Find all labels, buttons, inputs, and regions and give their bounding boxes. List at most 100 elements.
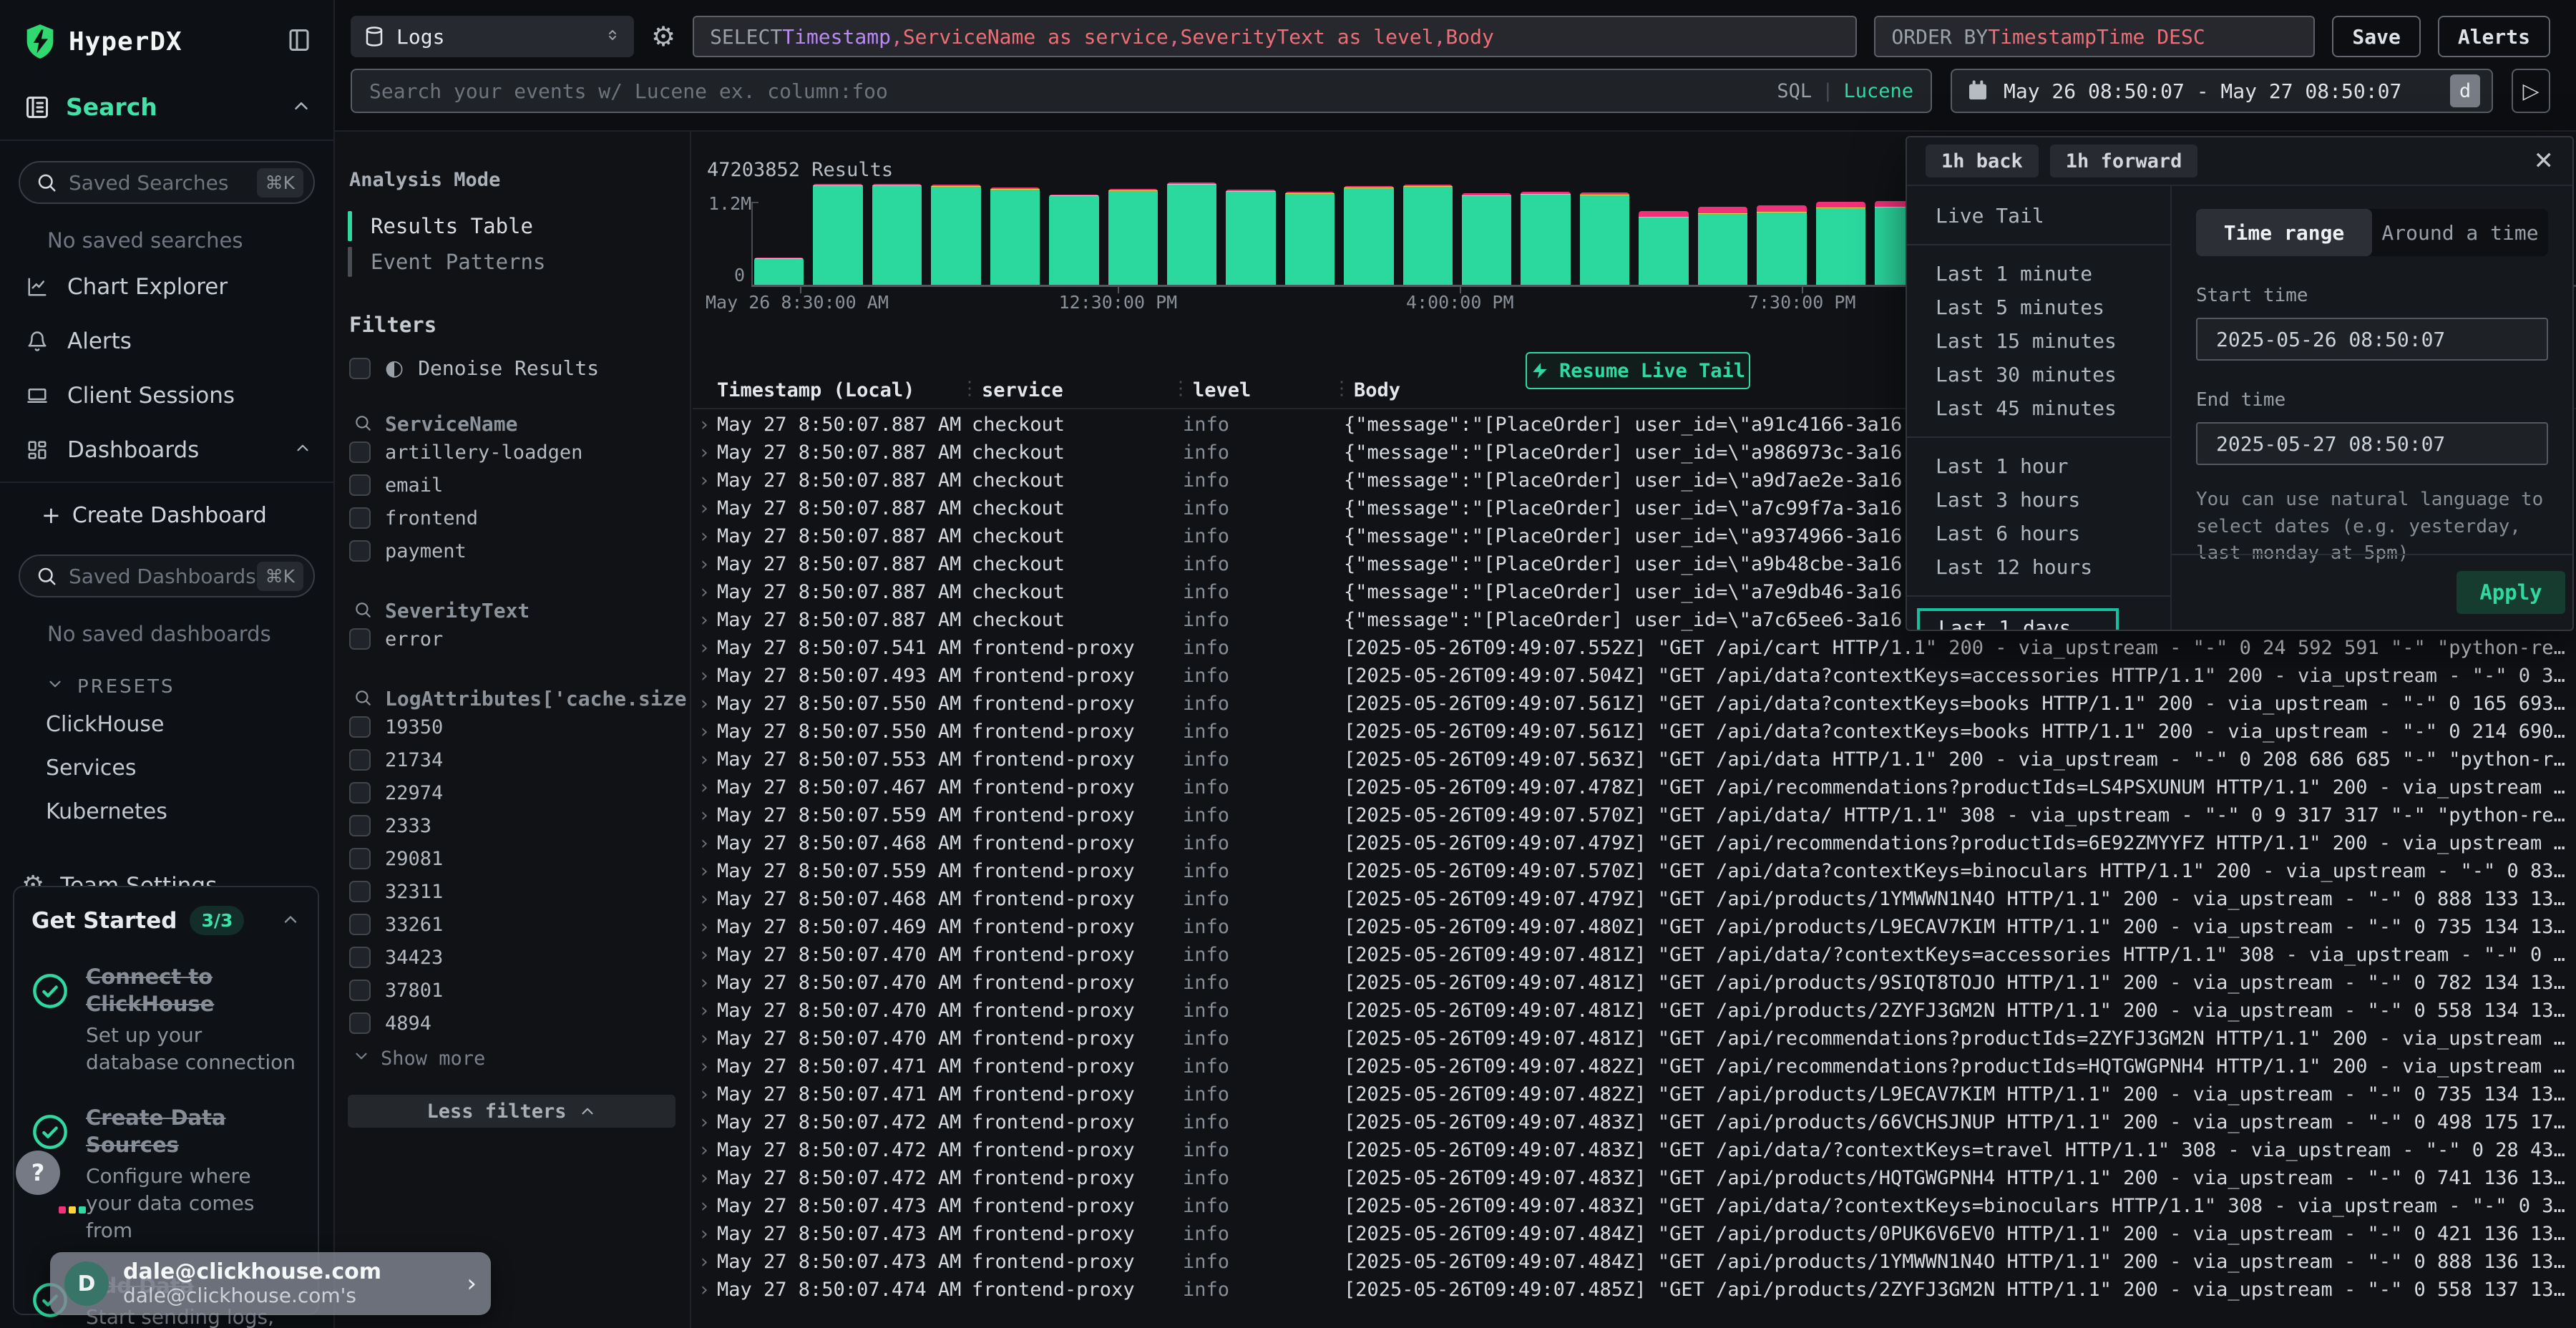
chart-bar[interactable] bbox=[872, 184, 922, 285]
checkbox[interactable] bbox=[349, 815, 371, 836]
facet-header[interactable]: LogAttributes['cache.size'] bbox=[353, 687, 675, 711]
run-query-button[interactable]: ▷ bbox=[2512, 69, 2550, 113]
lucene-toggle[interactable]: Lucene bbox=[1843, 80, 1913, 102]
column-resize-handle[interactable]: ⋮ bbox=[1332, 378, 1351, 399]
chart-bar[interactable] bbox=[754, 258, 804, 285]
facet-option[interactable]: artillery-loadgen bbox=[349, 436, 675, 469]
table-row[interactable]: May 27 8:50:07.473 AMfrontend-proxyinfo[… bbox=[693, 1220, 2576, 1248]
table-row[interactable]: May 27 8:50:07.541 AMfrontend-proxyinfo[… bbox=[693, 634, 2576, 662]
save-button[interactable]: Save bbox=[2332, 16, 2420, 57]
facet-option[interactable]: 32311 bbox=[349, 875, 675, 908]
date-range-picker[interactable]: May 26 08:50:07 - May 27 08:50:07 d bbox=[1951, 69, 2493, 113]
preset-item-services[interactable]: Services bbox=[0, 746, 333, 790]
table-row[interactable]: May 27 8:50:07.472 AMfrontend-proxyinfo[… bbox=[693, 1108, 2576, 1136]
range-option-last-12-hours[interactable]: Last 12 hours bbox=[1907, 550, 2170, 584]
denoise-results-checkbox-row[interactable]: ◐ Denoise Results bbox=[349, 356, 675, 381]
checkbox[interactable] bbox=[349, 474, 371, 496]
chart-bar[interactable] bbox=[1580, 192, 1629, 285]
checkbox[interactable] bbox=[349, 1012, 371, 1034]
presets-toggle[interactable]: PRESETS bbox=[0, 653, 333, 703]
checkbox[interactable] bbox=[349, 507, 371, 529]
apply-button[interactable]: Apply bbox=[2457, 571, 2565, 614]
user-menu[interactable]: D dale@clickhouse.com dale@clickhouse.co… bbox=[50, 1252, 491, 1315]
table-row[interactable]: May 27 8:50:07.467 AMfrontend-proxyinfo[… bbox=[693, 773, 2576, 801]
facet-option[interactable]: 37801 bbox=[349, 974, 675, 1007]
checkbox[interactable] bbox=[349, 540, 371, 562]
facet-option[interactable]: 29081 bbox=[349, 842, 675, 875]
chart-bar[interactable] bbox=[931, 185, 980, 285]
chart-bar[interactable] bbox=[1521, 192, 1570, 285]
preset-item-kubernetes[interactable]: Kubernetes bbox=[0, 790, 333, 834]
facet-option[interactable]: 2333 bbox=[349, 809, 675, 842]
table-row[interactable]: May 27 8:50:07.553 AMfrontend-proxyinfo[… bbox=[693, 746, 2576, 773]
table-row[interactable]: May 27 8:50:07.474 AMfrontend-proxyinfo[… bbox=[693, 1276, 2576, 1304]
sql-toggle[interactable]: SQL bbox=[1777, 80, 1812, 102]
table-row[interactable]: May 27 8:50:07.559 AMfrontend-proxyinfo[… bbox=[693, 857, 2576, 885]
table-row[interactable]: May 27 8:50:07.471 AMfrontend-proxyinfo[… bbox=[693, 1080, 2576, 1108]
checkbox[interactable] bbox=[349, 441, 371, 463]
range-option-last-15-minutes[interactable]: Last 15 minutes bbox=[1907, 324, 2170, 358]
saved-dashboards-input[interactable]: Saved Dashboards ⌘K bbox=[19, 555, 315, 597]
table-row[interactable]: May 27 8:50:07.469 AMfrontend-proxyinfo[… bbox=[693, 913, 2576, 941]
range-option-last-45-minutes[interactable]: Last 45 minutes bbox=[1907, 391, 2170, 425]
table-row[interactable]: May 27 8:50:07.470 AMfrontend-proxyinfo[… bbox=[693, 1025, 2576, 1053]
get-started-item-title[interactable]: Create Data Sources bbox=[86, 1105, 301, 1158]
facet-option[interactable]: frontend bbox=[349, 502, 675, 534]
facet-header[interactable]: ServiceName bbox=[353, 412, 675, 436]
query-language-toggle[interactable]: SQL | Lucene bbox=[1777, 80, 1913, 102]
sidebar-item-dashboards[interactable]: Dashboards bbox=[0, 423, 333, 477]
sidebar-item-chart-explorer[interactable]: Chart Explorer bbox=[0, 260, 333, 314]
column-resize-handle[interactable]: ⋮ bbox=[1171, 378, 1190, 399]
facet-option[interactable]: 4894 bbox=[349, 1007, 675, 1040]
checkbox[interactable] bbox=[349, 881, 371, 902]
checkbox[interactable] bbox=[349, 749, 371, 771]
tab-time-range[interactable]: Time range bbox=[2196, 209, 2372, 256]
shift-1h-forward-button[interactable]: 1h forward bbox=[2050, 145, 2198, 177]
orderby-clause-input[interactable]: ORDER BY TimestampTime DESC bbox=[1874, 16, 2315, 57]
table-row[interactable]: May 27 8:50:07.472 AMfrontend-proxyinfo[… bbox=[693, 1164, 2576, 1192]
show-more-button[interactable]: Show more bbox=[352, 1047, 675, 1070]
range-option-live-tail[interactable]: Live Tail bbox=[1907, 199, 2170, 233]
range-option-last-1-days[interactable]: Last 1 days bbox=[1917, 608, 2119, 630]
start-time-input[interactable] bbox=[2196, 318, 2548, 361]
checkbox[interactable] bbox=[349, 848, 371, 869]
checkbox[interactable] bbox=[349, 628, 371, 650]
chart-bar[interactable] bbox=[1403, 185, 1453, 285]
table-row[interactable]: May 27 8:50:07.550 AMfrontend-proxyinfo[… bbox=[693, 718, 2576, 746]
range-option-last-30-minutes[interactable]: Last 30 minutes bbox=[1907, 358, 2170, 391]
facet-option[interactable]: 22974 bbox=[349, 776, 675, 809]
range-option-last-6-hours[interactable]: Last 6 hours bbox=[1907, 517, 2170, 550]
preset-item-clickhouse[interactable]: ClickHouse bbox=[0, 703, 333, 746]
table-row[interactable]: May 27 8:50:07.473 AMfrontend-proxyinfo[… bbox=[693, 1248, 2576, 1276]
search-input[interactable] bbox=[369, 79, 1777, 103]
chart-bar[interactable] bbox=[1167, 182, 1216, 285]
table-row[interactable]: May 27 8:50:07.470 AMfrontend-proxyinfo[… bbox=[693, 997, 2576, 1025]
sidebar-item-search[interactable]: Search bbox=[0, 66, 333, 141]
end-time-input[interactable] bbox=[2196, 422, 2548, 465]
table-row[interactable]: May 27 8:50:07.550 AMfrontend-proxyinfo[… bbox=[693, 690, 2576, 718]
chevron-up-icon[interactable] bbox=[280, 909, 301, 932]
facet-option[interactable]: 21734 bbox=[349, 743, 675, 776]
table-row[interactable]: May 27 8:50:07.473 AMfrontend-proxyinfo[… bbox=[693, 1192, 2576, 1220]
shift-1h-back-button[interactable]: 1h back bbox=[1926, 145, 2039, 177]
analysis-mode-results-table[interactable]: Results Table bbox=[348, 208, 675, 244]
get-started-item-title[interactable]: Connect to ClickHouse bbox=[86, 964, 301, 1017]
checkbox[interactable] bbox=[349, 358, 371, 379]
table-row[interactable]: May 27 8:50:07.470 AMfrontend-proxyinfo[… bbox=[693, 941, 2576, 969]
chart-bar[interactable] bbox=[1049, 195, 1098, 285]
close-icon[interactable]: ✕ bbox=[2534, 147, 2555, 175]
facet-option[interactable]: 19350 bbox=[349, 711, 675, 743]
tab-around-a-time[interactable]: Around a time bbox=[2372, 209, 2548, 256]
chart-bar[interactable] bbox=[990, 187, 1040, 285]
chart-bar[interactable] bbox=[1226, 190, 1275, 285]
facet-option[interactable]: 34423 bbox=[349, 941, 675, 974]
facet-option[interactable]: email bbox=[349, 469, 675, 502]
chart-bar[interactable] bbox=[1639, 211, 1688, 285]
table-row[interactable]: May 27 8:50:07.559 AMfrontend-proxyinfo[… bbox=[693, 801, 2576, 829]
facet-option[interactable]: error bbox=[349, 622, 675, 655]
chart-bar[interactable] bbox=[1698, 207, 1747, 285]
chart-bar[interactable] bbox=[1108, 189, 1158, 285]
column-header-body[interactable]: Body bbox=[1354, 379, 1400, 401]
range-option-last-5-minutes[interactable]: Last 5 minutes bbox=[1907, 290, 2170, 324]
chart-bar[interactable] bbox=[1285, 192, 1335, 285]
